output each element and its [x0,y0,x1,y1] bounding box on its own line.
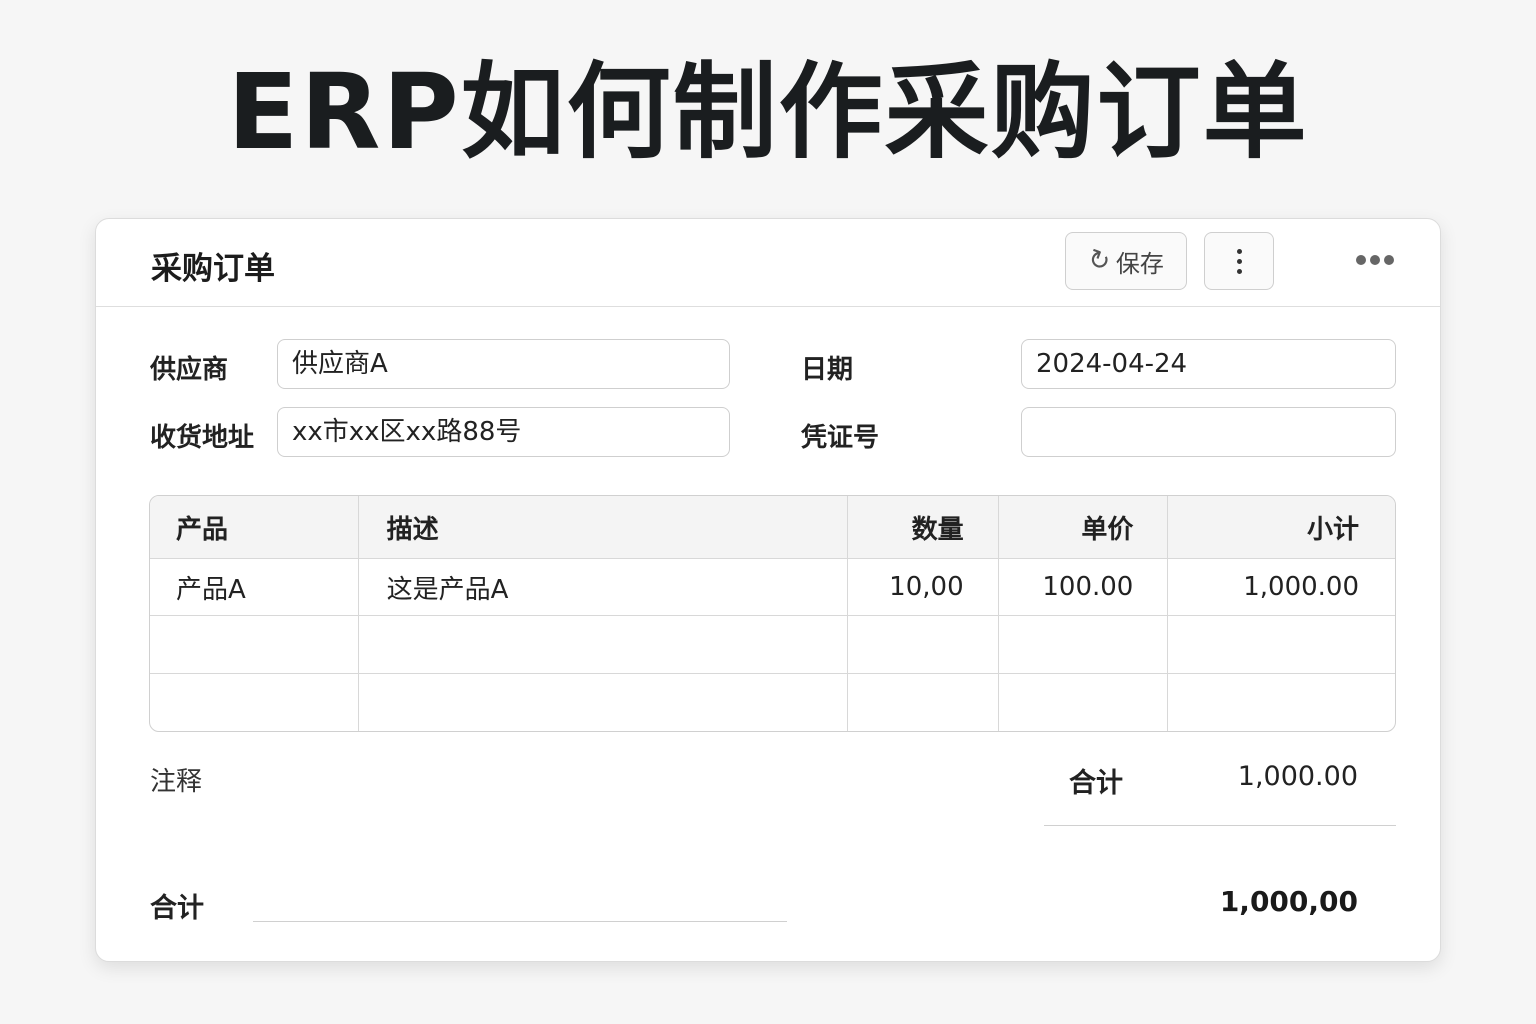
cell-subtotal: 1,000.00 [1243,572,1359,602]
card-header: 采购订单 ↻ 保存 [96,219,1440,307]
cell-product[interactable] [150,616,359,673]
cell-subtotal [1168,616,1395,673]
notes-label: 注释 [150,767,203,797]
table-row[interactable] [150,674,1395,731]
cell-quantity[interactable] [848,674,999,731]
cell-quantity[interactable] [848,616,999,673]
menu-button[interactable] [1204,232,1274,290]
total-label: 合计 [150,893,204,924]
subtotal-label: 合计 [1069,768,1123,799]
cell-description[interactable]: 这是产品A [359,559,848,615]
cell-product[interactable] [150,674,359,731]
column-header-subtotal: 小计 [1306,514,1359,545]
subtotal-value: 1,000.00 [1237,761,1358,792]
cell-quantity[interactable]: 10,00 [848,559,999,615]
column-header-product: 产品 [150,496,359,558]
date-label: 日期 [801,355,854,385]
save-button-label: 保存 [1115,249,1164,278]
purchase-order-card: 采购订单 ↻ 保存 供应商 供应商A 收货地址 xx市xx区xx路88号 日期 … [95,218,1441,962]
cell-description[interactable] [359,616,848,673]
total-value: 1,000,00 [1219,885,1358,918]
refresh-icon: ↻ [1083,243,1115,279]
notes-input-line[interactable] [253,921,787,922]
cell-unit-price[interactable] [999,616,1169,673]
date-field[interactable]: 2024-04-24 [1021,339,1396,389]
address-label: 收货地址 [150,423,255,453]
divider [1044,825,1396,826]
hero-title: ERP如何制作采购订单 [227,51,1309,173]
table-row[interactable] [150,616,1395,674]
column-header-quantity: 数量 [848,496,999,558]
more-icon[interactable] [1356,255,1394,265]
column-header-unit-price: 单价 [999,496,1169,558]
cell-description[interactable] [359,674,848,731]
address-field[interactable]: xx市xx区xx路88号 [277,407,730,457]
cell-unit-price[interactable]: 100.00 [999,559,1169,615]
voucher-field[interactable] [1021,407,1396,457]
page-title: 采购订单 [151,251,275,287]
line-items-table: 产品 描述 数量 单价 小计 产品A 这是产品A 10,00 100.00 1,… [149,495,1396,732]
cell-unit-price[interactable] [999,674,1169,731]
cell-subtotal [1168,674,1395,731]
save-button[interactable]: ↻ 保存 [1065,232,1187,290]
column-header-description: 描述 [359,496,848,558]
table-row[interactable]: 产品A 这是产品A 10,00 100.00 1,000.00 [150,559,1395,616]
table-header-row: 产品 描述 数量 单价 小计 [150,496,1395,559]
cell-product[interactable]: 产品A [150,559,359,615]
supplier-label: 供应商 [150,355,229,385]
voucher-label: 凭证号 [801,423,880,453]
kebab-icon [1236,248,1242,274]
supplier-field[interactable]: 供应商A [277,339,730,389]
